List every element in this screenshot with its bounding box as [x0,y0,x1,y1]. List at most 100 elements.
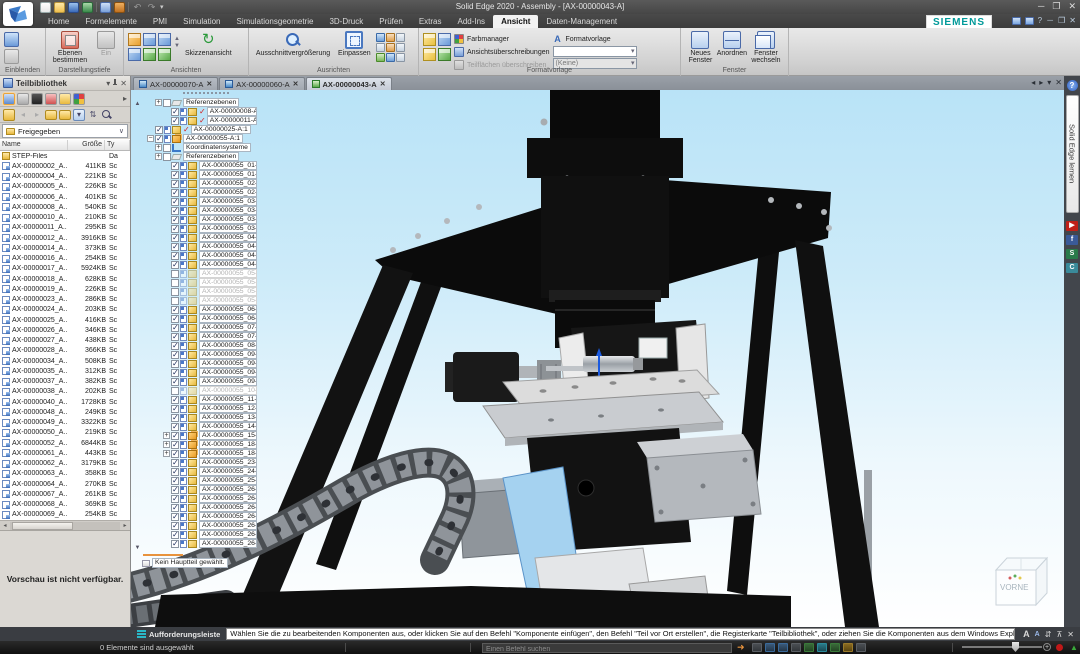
pin-icon[interactable] [113,79,117,87]
color-tab-icon[interactable] [73,93,85,105]
file-row[interactable]: AX-00000063_A.. 358KB Sc [0,469,130,479]
anordnen-button[interactable]: Anordnen [719,30,745,58]
learn-help-icon[interactable]: ? [1067,80,1078,91]
file-row[interactable]: AX-00000037_A.. 382KB Sc [0,377,130,387]
pathfinder-item[interactable]: ✓ AX-00000055_09-A:4 [142,377,257,386]
view-style-icon[interactable] [438,33,451,46]
shaded-view-icon[interactable] [830,643,840,652]
show-checkbox[interactable] [163,153,171,161]
file-row[interactable]: AX-00000002_A.. 411KB Sc [0,161,130,171]
pathfinder-item[interactable]: ✓ AX-00000055_05-A:3 [142,287,257,296]
ribbon-tab[interactable]: Prüfen [371,15,411,28]
ribbon-tab[interactable]: Formelemente [77,15,145,28]
pathfinder-item[interactable]: ✓ AX-00000055_15-A:1 [142,431,257,440]
pathfinder-item[interactable]: ✓ AX-00000055_18-A:1 [142,440,257,449]
ribbon-tab[interactable]: Simulationsgeometrie [229,15,322,28]
pathfinder-item[interactable]: ✓ AX-00000055_02-A:1 [142,179,257,188]
new-document-icon[interactable] [40,2,51,13]
pathfinder-item[interactable]: ✓ AX-00000055_09-A:2 [142,359,257,368]
ribbon-tab[interactable]: PMI [145,15,175,28]
ribbon-tab[interactable]: Ansicht [493,15,538,28]
show-checkbox[interactable] [155,135,163,143]
pathfinder-item[interactable]: ✓ AX-00000055_02-A:2 [142,188,257,197]
tab-close-all-icon[interactable]: ✕ [1055,78,1062,87]
show-checkbox[interactable] [171,279,179,287]
common-views-icon[interactable] [843,643,853,652]
expand-toggle-icon[interactable] [155,99,162,106]
view-mode-icon[interactable]: ▾ [73,109,85,121]
ribbon-tab[interactable]: 3D-Druck [321,15,371,28]
look-at-icon[interactable] [386,43,395,52]
assembly-model[interactable]: VORNE [131,90,1064,627]
right-view-icon[interactable] [128,48,141,61]
show-checkbox[interactable] [171,468,179,476]
tab-scroll-left-icon[interactable]: ◂ [1031,78,1035,87]
show-checkbox[interactable] [163,99,171,107]
show-checkbox[interactable] [171,234,179,242]
doc-restore-icon[interactable]: ❐ [1058,16,1065,26]
alerts-tab-icon[interactable] [45,93,57,105]
column-size[interactable]: Größe [68,140,105,150]
ribbon-tab[interactable]: Simulation [175,15,228,28]
file-row[interactable]: AX-00000008_A.. 540KB Sc [0,202,130,212]
pathfinder-item[interactable]: ✓ AX-00000055_03-A:2 [142,206,257,215]
sensors-tab-icon[interactable] [31,93,43,105]
file-row[interactable]: AX-00000019_A.. 226KB Sc [0,284,130,294]
zoom-slider-thumb[interactable] [1012,642,1019,652]
top-view-icon[interactable] [143,33,156,46]
left-view-icon[interactable] [158,33,171,46]
solid-edge-lernen-tab[interactable]: Solid Edge lernen [1066,95,1079,213]
file-row[interactable]: AX-00000040_A.. 1728KB Sc [0,397,130,407]
pathfinder-item[interactable]: ✓ AX-00000055_03-A:3 [142,215,257,224]
file-row[interactable]: AX-00000028_A.. 366KB Sc [0,346,130,356]
hide-all-icon[interactable] [4,49,19,64]
file-row[interactable]: AX-00000024_A.. 203KB Sc [0,305,130,315]
file-row[interactable]: AX-00000018_A.. 628KB Sc [0,274,130,284]
pathfinder-item[interactable]: ✓ AX-00000055_06-A:2 [142,314,257,323]
spin-icon[interactable] [376,43,385,52]
file-row[interactable]: AX-00000069_A.. 254KB Sc [0,510,130,520]
ribbon-layout-icon[interactable] [1025,17,1034,25]
pathfinder-item[interactable]: ✓ AX-00000055_26-A:4 [142,512,257,521]
pathfinder-item[interactable]: ✓ AX-00000055_26-A:1 [142,485,257,494]
pathfinder-item[interactable]: ✓ AX-00000055_13-A:1 [142,413,257,422]
search-icon[interactable] [101,109,113,121]
layers-tab-icon[interactable] [59,93,71,105]
part-painter-icon[interactable] [423,33,436,46]
file-row[interactable]: AX-00000014_A.. 373KB Sc [0,243,130,253]
document-tab[interactable]: AX-00000060-A ✕ [219,77,304,90]
file-row[interactable]: AX-00000062_A.. 3179KB Sc [0,459,130,469]
file-row[interactable]: AX-00000049_A.. 3322KB Sc [0,418,130,428]
pathfinder-item[interactable]: ✓ Referenzebenen [142,152,257,161]
show-checkbox[interactable] [171,225,179,233]
pathfinder-item[interactable]: ✓ AX-00000055_04-A:4 [142,260,257,269]
folder-select[interactable]: Freigegeben ∨ [2,124,128,138]
pathfinder-item[interactable]: ✓ AX-00000055_03-A:1 [142,197,257,206]
community-icon[interactable]: C [1066,263,1078,273]
expand-toggle-icon[interactable] [147,135,154,142]
show-checkbox[interactable] [171,369,179,377]
pathfinder-item-label[interactable]: AX-00000055_26-A:7 [199,539,257,549]
show-checkbox[interactable] [171,261,179,269]
expand-toggle-icon[interactable] [163,432,170,439]
tree-scroll-up-icon[interactable]: ▲ [133,100,142,109]
tab-close-icon[interactable]: ✕ [293,80,299,88]
pathfinder-item[interactable]: ✓ AX-00000055_26-A:2 [142,494,257,503]
pathfinder-item[interactable]: ✓ AX-00000055_25-A:1 [142,476,257,485]
pathfinder-item[interactable]: ✓ AX-00000011-A:1 [142,116,257,125]
style-dropdown[interactable] [553,46,637,57]
tab-close-icon[interactable]: ✕ [206,80,212,88]
pathfinder-item[interactable]: ✓ AX-00000055_26-A:5 [142,521,257,530]
maximize-view-icon[interactable]: ▲ [1070,643,1078,652]
file-row[interactable]: AX-00000067_A.. 261KB Sc [0,489,130,499]
pathfinder-item[interactable]: ✓ AX-00000055_05-A:1 [142,269,257,278]
show-checkbox[interactable] [171,288,179,296]
doc-minimize-icon[interactable]: － [1046,16,1054,26]
file-row[interactable]: AX-00000052_A.. 6844KB Sc [0,438,130,448]
pan-view-icon[interactable] [804,643,814,652]
file-row[interactable]: AX-00000025_A.. 416KB Sc [0,315,130,325]
file-row[interactable]: AX-00000005_A.. 226KB Sc [0,182,130,192]
column-type[interactable]: Ty [105,140,130,150]
file-row[interactable]: AX-00000034_A.. 508KB Sc [0,356,130,366]
skizzenansicht-button[interactable]: ↻ Skizzenansicht [183,30,234,58]
